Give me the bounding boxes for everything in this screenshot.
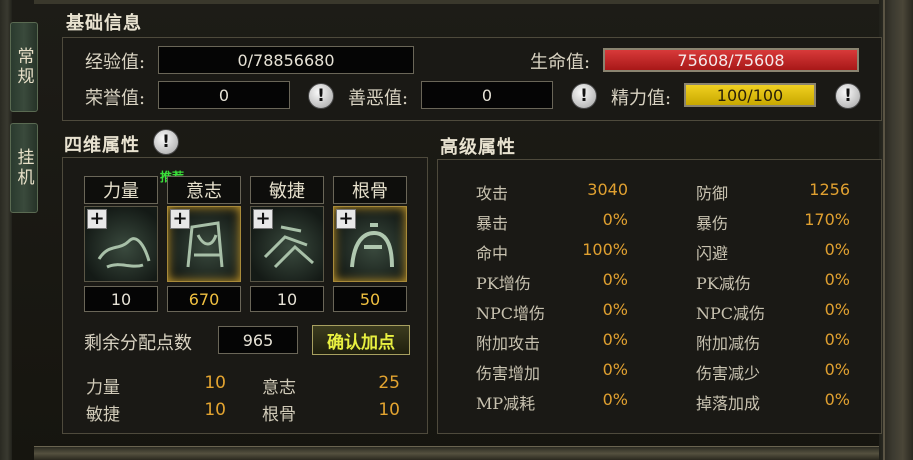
advanced-stat-value: 0% — [824, 300, 850, 319]
add-willpower-button[interactable]: + — [170, 209, 190, 229]
willpower-icon: + — [167, 206, 241, 282]
agility-icon: + — [250, 206, 324, 282]
attr-header-willpower: 意志 — [167, 176, 241, 204]
advanced-panel: 攻击 3040 防御 1256 暴击 0% 暴伤 170% 命中 100% 闪避 0% PK增伤 0% PK… — [437, 159, 882, 434]
advanced-stat-value: 0% — [824, 330, 850, 349]
add-strength-button[interactable]: + — [87, 209, 107, 229]
advanced-stat-value: 170% — [804, 210, 850, 229]
honor-label: 荣誉值: — [85, 88, 146, 109]
karma-label: 善恶值: — [348, 88, 409, 109]
advanced-stat-label: 伤害增加 — [476, 364, 541, 383]
remaining-points-value: 965 — [218, 326, 298, 354]
karma-value: 0 — [421, 81, 553, 109]
advanced-stat-label: 附加攻击 — [476, 334, 541, 353]
energy-info-icon[interactable]: ! — [835, 83, 861, 109]
add-constitution-button[interactable]: + — [336, 209, 356, 229]
bottom-border — [34, 446, 879, 460]
base-strength-label: 力量 — [86, 378, 120, 398]
advanced-stat-value: 0% — [824, 360, 850, 379]
advanced-title: 高级属性 — [440, 137, 516, 158]
tab-general[interactable]: 常规 — [10, 22, 38, 112]
hp-bar: 75608/75608 — [603, 48, 859, 72]
attr-header-agility: 敏捷 — [250, 176, 324, 204]
advanced-stat-value: 0% — [824, 270, 850, 289]
willpower-value: 670 — [167, 286, 241, 312]
advanced-stat-value: 100% — [582, 240, 628, 259]
agility-value: 10 — [250, 286, 324, 312]
advanced-stat-label: PK减伤 — [696, 274, 751, 293]
advanced-stat-value: 0% — [602, 360, 628, 379]
base-willpower-label: 意志 — [262, 378, 296, 398]
remaining-points-label: 剩余分配点数 — [84, 333, 192, 354]
advanced-stat-value: 0% — [602, 330, 628, 349]
advanced-stat-label: 攻击 — [476, 184, 509, 203]
basic-info-title: 基础信息 — [66, 13, 142, 34]
advanced-stat-label: 暴伤 — [696, 214, 729, 233]
advanced-stat-label: 命中 — [476, 244, 509, 263]
advanced-stat-label: NPC减伤 — [696, 304, 766, 323]
base-constitution-label: 根骨 — [262, 405, 296, 425]
add-agility-button[interactable]: + — [253, 209, 273, 229]
tab-auto-hunt[interactable]: 挂机 — [10, 123, 38, 213]
top-border — [34, 0, 879, 4]
advanced-stat-label: 伤害减少 — [696, 364, 761, 383]
energy-bar: 100/100 — [684, 83, 816, 107]
base-constitution-value: 10 — [378, 400, 400, 420]
advanced-stat-label: 掉落加成 — [696, 394, 761, 413]
hp-label: 生命值: — [530, 52, 591, 73]
attr-header-constitution: 根骨 — [333, 176, 407, 204]
exp-label: 经验值: — [85, 52, 146, 73]
advanced-stat-value: 1256 — [809, 180, 850, 199]
advanced-stat-value: 0% — [602, 390, 628, 409]
base-agility-label: 敏捷 — [86, 405, 120, 425]
advanced-stat-value: 0% — [824, 390, 850, 409]
honor-info-icon[interactable]: ! — [308, 83, 334, 109]
attr-header-strength: 力量 — [84, 176, 158, 204]
advanced-stat-label: MP减耗 — [476, 394, 536, 413]
advanced-stat-value: 0% — [602, 210, 628, 229]
four-dim-title: 四维属性 — [64, 135, 140, 156]
confirm-points-button[interactable]: 确认加点 — [312, 325, 410, 355]
four-dim-info-icon[interactable]: ! — [153, 129, 179, 155]
advanced-stat-label: NPC增伤 — [476, 304, 546, 323]
advanced-stat-label: 闪避 — [696, 244, 729, 263]
energy-label: 精力值: — [611, 88, 672, 109]
advanced-stat-value: 3040 — [587, 180, 628, 199]
advanced-stat-label: PK增伤 — [476, 274, 531, 293]
base-willpower-value: 25 — [378, 373, 400, 393]
karma-info-icon[interactable]: ! — [571, 83, 597, 109]
strength-value: 10 — [84, 286, 158, 312]
honor-value: 0 — [158, 81, 290, 109]
base-agility-value: 10 — [204, 400, 226, 420]
advanced-stat-value: 0% — [824, 240, 850, 259]
advanced-stat-value: 0% — [602, 270, 628, 289]
base-strength-value: 10 — [204, 373, 226, 393]
advanced-stat-label: 暴击 — [476, 214, 509, 233]
constitution-icon: + — [333, 206, 407, 282]
right-border — [879, 0, 913, 460]
exp-value: 0/78856680 — [158, 46, 414, 74]
strength-icon: + — [84, 206, 158, 282]
constitution-value: 50 — [333, 286, 407, 312]
advanced-stat-label: 防御 — [696, 184, 729, 203]
advanced-stat-value: 0% — [602, 300, 628, 319]
advanced-stat-label: 附加减伤 — [696, 334, 761, 353]
character-panel: 常规 挂机 基础信息 经验值: 0/78856680 生命值: 75608/75… — [0, 0, 913, 460]
